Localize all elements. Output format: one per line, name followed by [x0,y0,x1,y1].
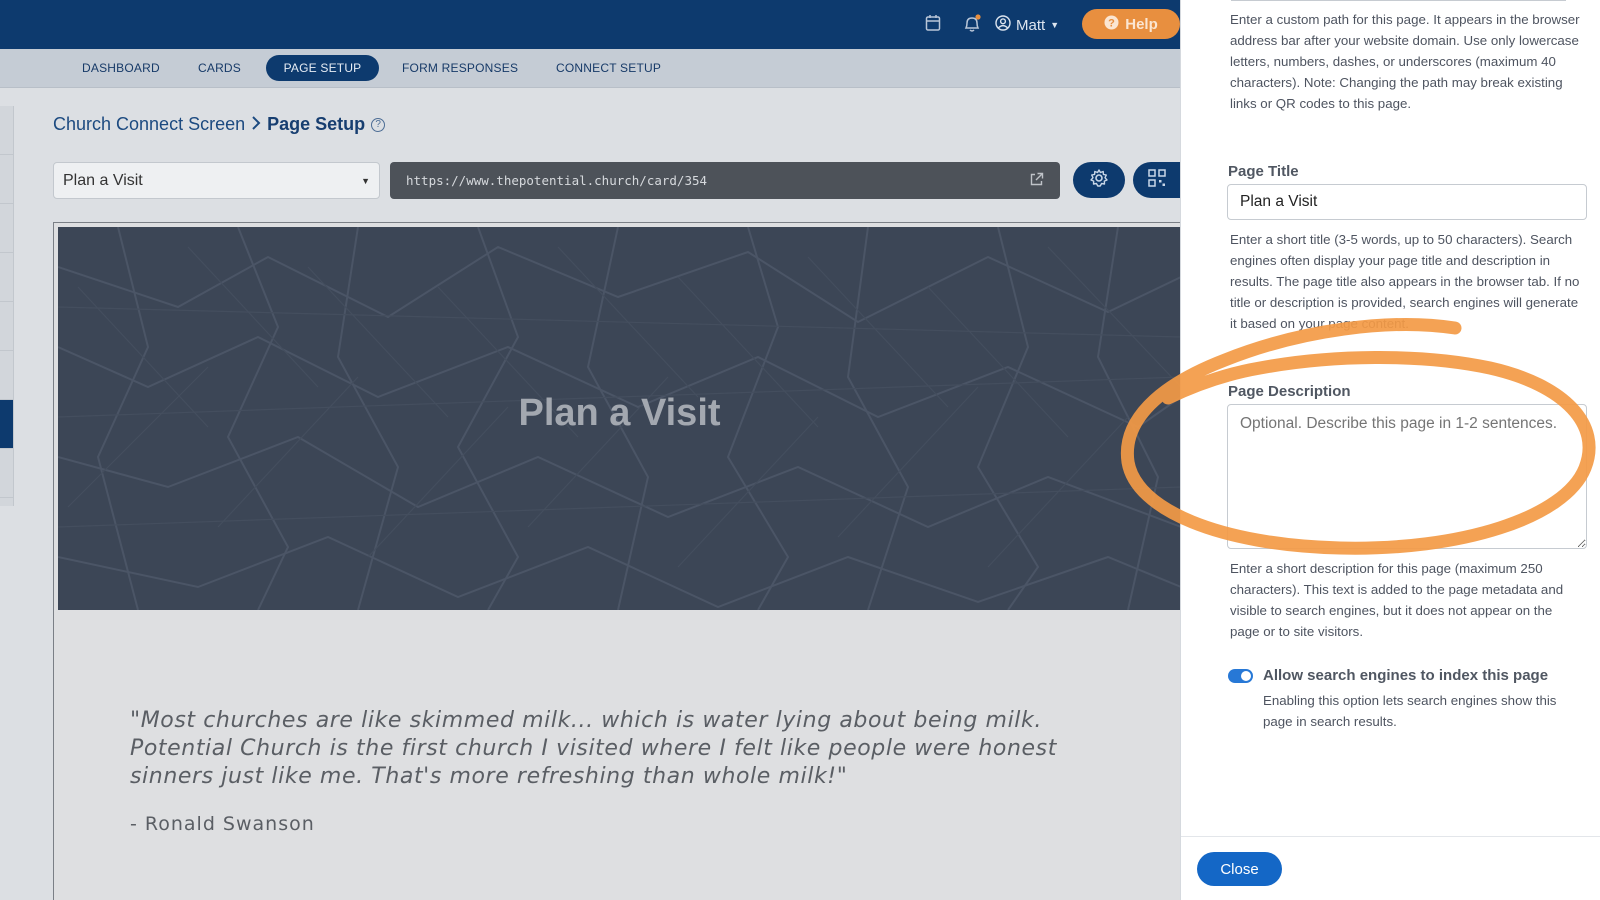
page-select[interactable]: Plan a Visit ▼ [53,162,380,199]
user-icon [995,15,1011,35]
tab-connect-setup[interactable]: CONNECT SETUP [540,55,677,81]
tab-cards[interactable]: CARDS [182,55,257,81]
page-url-text: https://www.thepotential.church/card/354 [406,173,708,188]
left-rail [0,106,14,506]
page-description-help-text: Enter a short description for this page … [1230,561,1564,639]
index-toggle-help-text: Enabling this option lets search engines… [1263,693,1557,729]
testimonial-quote: "Most churches are like skimmed milk... … [130,708,1057,789]
caret-down-icon: ▼ [361,175,370,186]
tab-page-setup[interactable]: PAGE SETUP [266,55,379,81]
tab-form-responses[interactable]: FORM RESPONSES [386,55,534,81]
settings-button[interactable] [1073,162,1125,198]
qr-code-button[interactable] [1133,162,1180,198]
close-button[interactable]: Close [1197,852,1282,886]
bell-icon[interactable] [962,14,982,34]
breadcrumb: Church Connect Screen Page Setup ? [53,114,386,135]
main-content: Church Connect Screen Page Setup ? Plan … [0,88,1181,900]
divider [1231,0,1566,1]
testimonial-author: - Ronald Swanson [130,813,315,835]
user-name: Matt [1016,16,1046,34]
calendar-icon[interactable] [925,14,945,34]
rail-item-selected[interactable] [0,400,13,449]
info-icon[interactable]: ? [371,117,386,132]
help-label: Help [1125,15,1158,33]
page-settings-panel: Enter a custom path for this page. It ap… [1180,0,1600,900]
page-select-value: Plan a Visit [63,171,143,189]
breadcrumb-current: Page Setup [267,114,366,134]
footer-divider [1181,836,1600,837]
rail-item[interactable] [0,449,13,498]
user-menu[interactable]: Matt ▼ [995,15,1059,35]
page-description-label: Page Description [1228,383,1351,400]
section-nav: DASHBOARD CARDS PAGE SETUP FORM RESPONSE… [0,49,1180,88]
chevron-down-icon: ▼ [1050,20,1060,30]
tab-dashboard[interactable]: DASHBOARD [66,55,176,81]
gear-icon [1089,168,1109,193]
help-button[interactable]: ? Help [1082,9,1180,39]
rail-item[interactable] [0,253,13,302]
page-preview: Plan a Visit "Most churches are like ski… [53,222,1181,900]
hero-banner: Plan a Visit [58,227,1181,610]
rail-item[interactable] [0,302,13,351]
rail-item[interactable] [0,351,13,400]
rail-item[interactable] [0,106,13,155]
rail-item[interactable] [0,204,13,253]
breadcrumb-parent[interactable]: Church Connect Screen [53,114,245,135]
page-title-help-text: Enter a short title (3-5 words, up to 50… [1230,232,1580,331]
question-circle-icon: ? [1104,15,1119,34]
chevron-right-icon [251,114,261,135]
path-help-text: Enter a custom path for this page. It ap… [1230,12,1580,111]
page-description-input[interactable] [1227,404,1587,549]
page-title-input[interactable] [1227,184,1587,220]
index-toggle-label: Allow search engines to index this page [1263,667,1549,684]
hero-title: Plan a Visit [518,392,721,434]
page-url[interactable]: https://www.thepotential.church/card/354 [390,162,1060,199]
qr-code-icon [1147,168,1166,192]
external-link-icon[interactable] [1029,172,1044,190]
index-toggle[interactable] [1228,669,1253,683]
svg-text:?: ? [1108,17,1115,29]
rail-item[interactable] [0,155,13,204]
page-title-label: Page Title [1228,163,1299,180]
